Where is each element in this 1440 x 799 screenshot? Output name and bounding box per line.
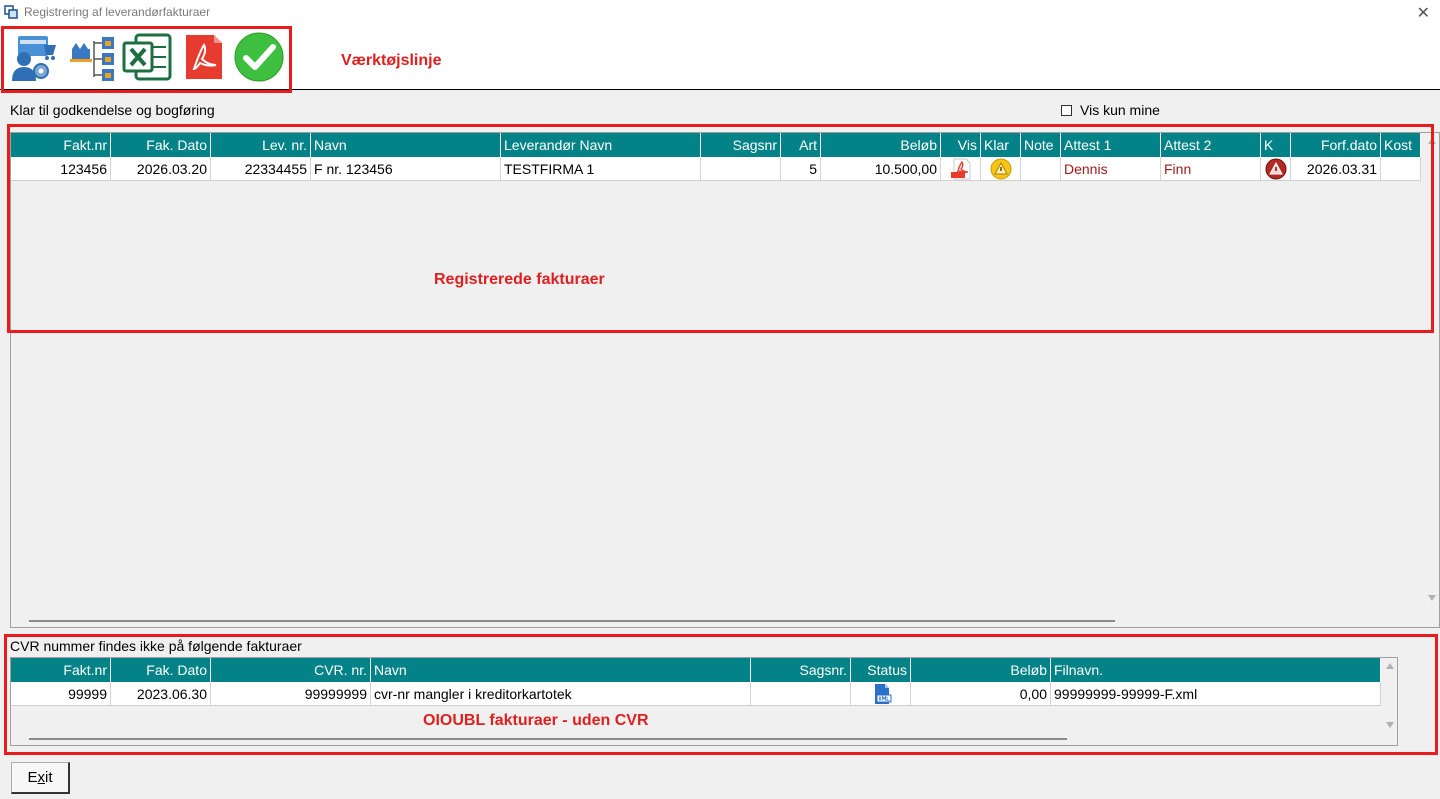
- close-icon[interactable]: ✕: [1417, 3, 1430, 22]
- grid2-annotation: OIOUBL fakturaer - uden CVR: [423, 712, 649, 729]
- excel-icon[interactable]: [122, 31, 174, 83]
- section2-label: CVR nummer findes ikke på følgende faktu…: [10, 638, 302, 654]
- checkbox-label: Vis kun mine: [1080, 102, 1160, 118]
- workflow-icon[interactable]: [66, 31, 118, 83]
- scroll-up-icon[interactable]: [1386, 663, 1394, 669]
- toolbar: Værktøjslinje: [0, 25, 1440, 93]
- col-belob[interactable]: Beløb: [911, 658, 1051, 682]
- scroll-down-icon[interactable]: [1428, 595, 1436, 601]
- main-window: Registrering af leverandørfakturaer ✕ Væ…: [0, 0, 1440, 799]
- toolbar-annotation: Værktøjslinje: [341, 52, 442, 69]
- grid2-vertical-scrollbar[interactable]: [1383, 658, 1397, 732]
- xml-file-icon: [874, 684, 891, 704]
- scroll-down-icon[interactable]: [1386, 722, 1394, 728]
- col-cvr-nr[interactable]: CVR. nr.: [211, 658, 371, 682]
- oioubl-invoices-grid[interactable]: Fakt.nr Fak. Dato CVR. nr. Navn Sagsnr. …: [10, 657, 1398, 746]
- col-fak-dato[interactable]: Fak. Dato: [111, 658, 211, 682]
- col-status[interactable]: Status: [851, 658, 911, 682]
- exit-label-prefix: E: [27, 769, 38, 786]
- exit-label-accelerator: x: [37, 769, 46, 786]
- grid2-header: Fakt.nr Fak. Dato CVR. nr. Navn Sagsnr. …: [11, 658, 1381, 682]
- cell-filnavn: 99999999-99999-F.xml: [1051, 682, 1381, 705]
- supplier-settings-icon[interactable]: [8, 31, 60, 83]
- col-fakt-nr[interactable]: Fakt.nr: [11, 658, 111, 682]
- window-title: Registrering af leverandørfakturaer: [24, 5, 211, 19]
- cell-navn: cvr-nr mangler i kreditorkartotek: [371, 682, 751, 705]
- approve-icon[interactable]: [233, 31, 285, 83]
- exit-label-suffix: it: [45, 769, 53, 786]
- cell-sagsnr: [751, 682, 851, 705]
- title-bar: Registrering af leverandørfakturaer ✕: [0, 0, 1440, 25]
- pdf-icon[interactable]: [178, 31, 230, 83]
- cell-status: [851, 682, 911, 705]
- cell-cvr-nr: 99999999: [211, 682, 371, 705]
- cell-fakt-nr: 99999: [11, 682, 111, 705]
- exit-button[interactable]: Exit: [11, 762, 70, 794]
- section1-label: Klar til godkendelse og bogføring: [10, 102, 215, 118]
- cell-fak-dato: 2023.06.30: [111, 682, 211, 705]
- app-icon: [4, 5, 18, 19]
- col-navn[interactable]: Navn: [371, 658, 751, 682]
- grid1-horizontal-scrollbar[interactable]: [29, 620, 1115, 622]
- table-row[interactable]: 99999 2023.06.30 99999999 cvr-nr mangler…: [11, 682, 1381, 706]
- cell-belob: 0,00: [911, 682, 1051, 705]
- checkbox-box[interactable]: [1061, 104, 1072, 116]
- col-sagsnr[interactable]: Sagsnr.: [751, 658, 851, 682]
- grid1-annotation: Registrerede fakturaer: [434, 271, 605, 288]
- grid2-horizontal-scrollbar[interactable]: [29, 738, 1067, 740]
- grid1-highlight-box: [7, 124, 1434, 333]
- col-filnavn[interactable]: Filnavn.: [1051, 658, 1381, 682]
- vis-kun-mine-checkbox[interactable]: Vis kun mine: [1061, 102, 1160, 118]
